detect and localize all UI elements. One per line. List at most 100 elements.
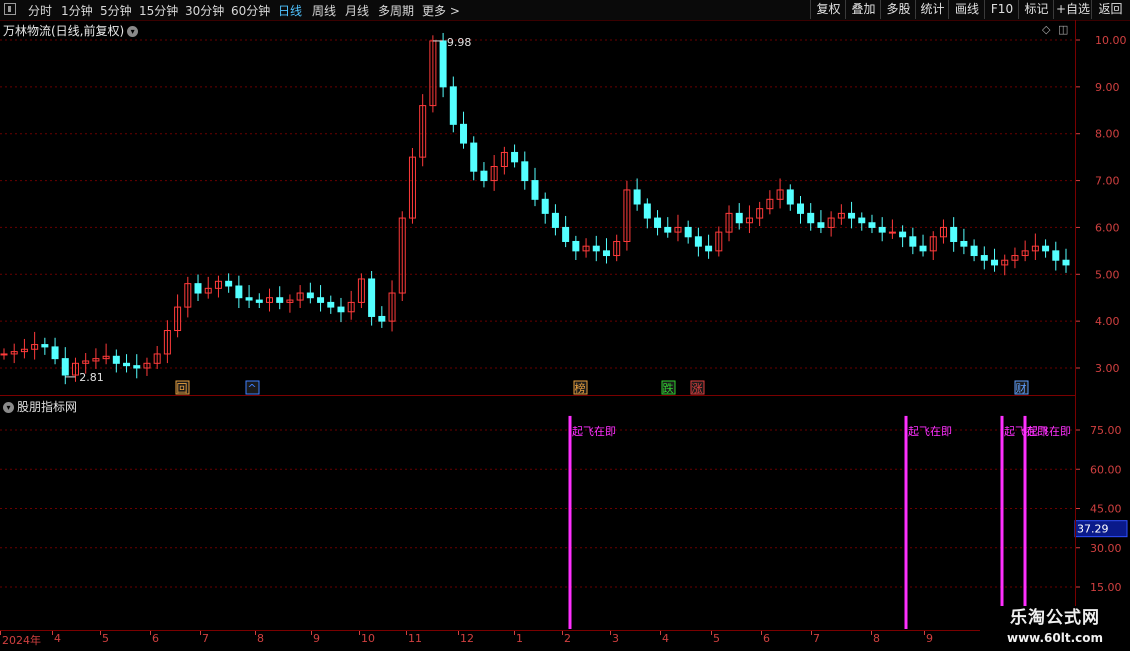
period-tab-60min[interactable]: 60分钟 <box>231 2 270 19</box>
candle-body <box>1042 245 1050 252</box>
candle <box>654 210 662 236</box>
candle-body <box>61 358 69 376</box>
date-tick <box>311 631 312 635</box>
candle <box>327 295 335 314</box>
date-label: 2 <box>564 632 571 645</box>
candle-body <box>0 353 8 356</box>
date-tick <box>711 631 712 635</box>
candle-body <box>643 203 651 219</box>
candle <box>541 192 549 224</box>
candle <box>0 348 8 360</box>
period-tab-intraday[interactable]: 分时 <box>28 2 52 19</box>
candle <box>817 210 825 234</box>
candle-body <box>664 226 672 233</box>
candle <box>71 357 79 382</box>
candle-body <box>817 222 825 228</box>
candle-body <box>449 86 457 125</box>
date-label: 6 <box>763 632 770 645</box>
candle <box>705 234 713 259</box>
date-label: 10 <box>361 632 375 645</box>
candle-body <box>112 355 120 364</box>
period-tab-daily[interactable]: 日线 <box>278 2 302 19</box>
add-watchlist-button[interactable]: +自选 <box>1053 0 1092 19</box>
candle-body <box>327 301 335 308</box>
more-periods-button[interactable]: 更多 > <box>422 2 460 19</box>
candle <box>766 190 774 215</box>
candle <box>286 294 294 313</box>
candle <box>511 144 519 168</box>
period-tab-1min[interactable]: 1分钟 <box>61 2 93 19</box>
signal-bar: 起飞在即 <box>1023 415 1071 629</box>
watermark-url: www.60lt.com <box>1006 631 1104 645</box>
candle <box>337 297 345 323</box>
adjust-button[interactable]: 复权 <box>810 0 846 19</box>
candle <box>102 343 110 365</box>
candle <box>991 248 999 272</box>
signal-label: 起飞在即 <box>908 425 952 438</box>
date-label: 12 <box>460 632 474 645</box>
period-tab-multi[interactable]: 多周期 <box>378 2 414 19</box>
price-tick-label: 8.00 <box>1095 128 1120 141</box>
candle <box>449 76 457 133</box>
f10-button[interactable]: F10 <box>984 0 1019 19</box>
event-marker: 财 <box>1014 380 1029 395</box>
candle-body <box>807 212 815 224</box>
watermark-title: 乐淘公式网 <box>1010 608 1100 628</box>
candle-body <box>960 240 968 247</box>
date-tick <box>406 631 407 635</box>
candle <box>41 337 49 355</box>
period-tab-15min[interactable]: 15分钟 <box>139 2 178 19</box>
price-chart[interactable]: 10.00 9.00 8.00 7.00 6.00 5.00 4.00 3.00 9.98 2.8… <box>0 20 1130 395</box>
period-tab-monthly[interactable]: 月线 <box>345 2 369 19</box>
date-label: 6 <box>152 632 159 645</box>
period-tab-30min[interactable]: 30分钟 <box>185 2 224 19</box>
event-marker: 榜 <box>573 380 588 395</box>
price-tick-label: 5.00 <box>1095 268 1120 281</box>
candle-body <box>633 189 641 205</box>
back-button[interactable]: 返回 <box>1091 0 1129 19</box>
price-tick-label: 6.00 <box>1095 221 1120 234</box>
signal-bar: 起飞在即 <box>904 415 952 629</box>
candle <box>980 246 988 270</box>
candle-body <box>235 285 243 299</box>
indicator-chart[interactable]: 75.00 60.00 45.00 30.00 15.00 37.29 起飞在即 起飞在即 起飞… <box>0 396 1130 630</box>
date-tick <box>200 631 201 635</box>
candle <box>368 271 376 326</box>
event-marker-label: ^ <box>247 382 256 395</box>
candle-body <box>531 180 539 200</box>
candle <box>347 290 355 320</box>
multi-stock-button[interactable]: 多股 <box>880 0 916 19</box>
watermark: 乐淘公式网 www.60lt.com <box>980 606 1130 650</box>
period-tab-5min[interactable]: 5分钟 <box>100 2 132 19</box>
candle-body <box>909 236 917 247</box>
candle <box>470 136 478 181</box>
date-label: 11 <box>408 632 422 645</box>
candle <box>153 345 161 369</box>
candle-body <box>306 292 314 299</box>
signal-label: 起飞在即 <box>572 425 616 438</box>
candle <box>970 239 978 262</box>
candle <box>878 217 886 242</box>
stats-button[interactable]: 统计 <box>915 0 949 19</box>
date-tick <box>150 631 151 635</box>
date-tick <box>359 631 360 635</box>
candle <box>715 226 723 257</box>
indicator-tick-label: 30.00 <box>1090 542 1122 555</box>
candle <box>786 184 794 211</box>
candle <box>592 235 600 262</box>
period-tab-weekly[interactable]: 周线 <box>312 2 336 19</box>
sidebar-toggle-icon[interactable] <box>4 3 16 15</box>
candle-body <box>41 344 49 348</box>
candle <box>163 320 171 364</box>
candle <box>1031 233 1039 260</box>
signal-bar-line <box>1023 415 1027 629</box>
overlay-button[interactable]: 叠加 <box>845 0 881 19</box>
candle <box>317 285 325 312</box>
candle-body <box>602 250 610 257</box>
candle <box>10 343 18 364</box>
mark-button[interactable]: 标记 <box>1018 0 1054 19</box>
date-label: 3 <box>612 632 619 645</box>
draw-line-button[interactable]: 画线 <box>948 0 985 19</box>
candle <box>797 196 804 224</box>
signal-bar-line <box>568 415 572 629</box>
